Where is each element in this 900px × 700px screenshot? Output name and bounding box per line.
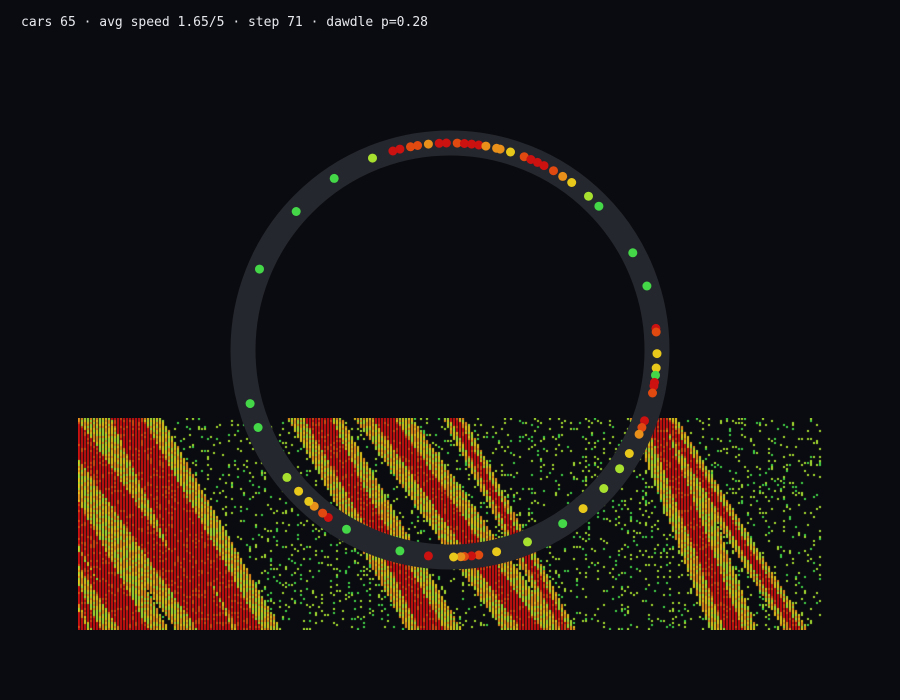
car (255, 264, 264, 274)
car (506, 147, 515, 157)
car (628, 248, 638, 258)
car (539, 161, 549, 171)
car (329, 173, 339, 183)
car (523, 537, 532, 547)
car (253, 423, 263, 432)
car (558, 171, 568, 181)
car (368, 153, 377, 163)
car (441, 138, 451, 148)
car (481, 141, 491, 151)
car (599, 484, 609, 493)
car (318, 508, 328, 518)
car (492, 547, 502, 557)
car (558, 519, 568, 529)
car (395, 144, 405, 154)
car (634, 429, 644, 439)
car (304, 496, 314, 506)
car (423, 139, 433, 149)
car (294, 486, 304, 496)
car (549, 166, 558, 176)
car (449, 552, 459, 562)
car (651, 327, 661, 337)
ring-road-view (230, 130, 670, 570)
car (578, 504, 588, 514)
car (291, 207, 301, 216)
simulation-stage: cars 65 · avg speed 1.65/5 · step 71 · d… (0, 0, 900, 700)
car (652, 349, 662, 359)
car (594, 201, 604, 211)
car (423, 551, 433, 561)
car (495, 144, 505, 154)
status-readout: cars 65 · avg speed 1.65/5 · step 71 · d… (21, 15, 428, 30)
car (282, 472, 292, 482)
car (245, 399, 255, 409)
car (624, 449, 634, 458)
car (395, 546, 405, 556)
car (567, 178, 577, 187)
car (413, 141, 423, 150)
car (584, 191, 593, 201)
car (342, 524, 351, 534)
car (642, 281, 652, 291)
car (648, 388, 657, 398)
car (615, 464, 625, 474)
